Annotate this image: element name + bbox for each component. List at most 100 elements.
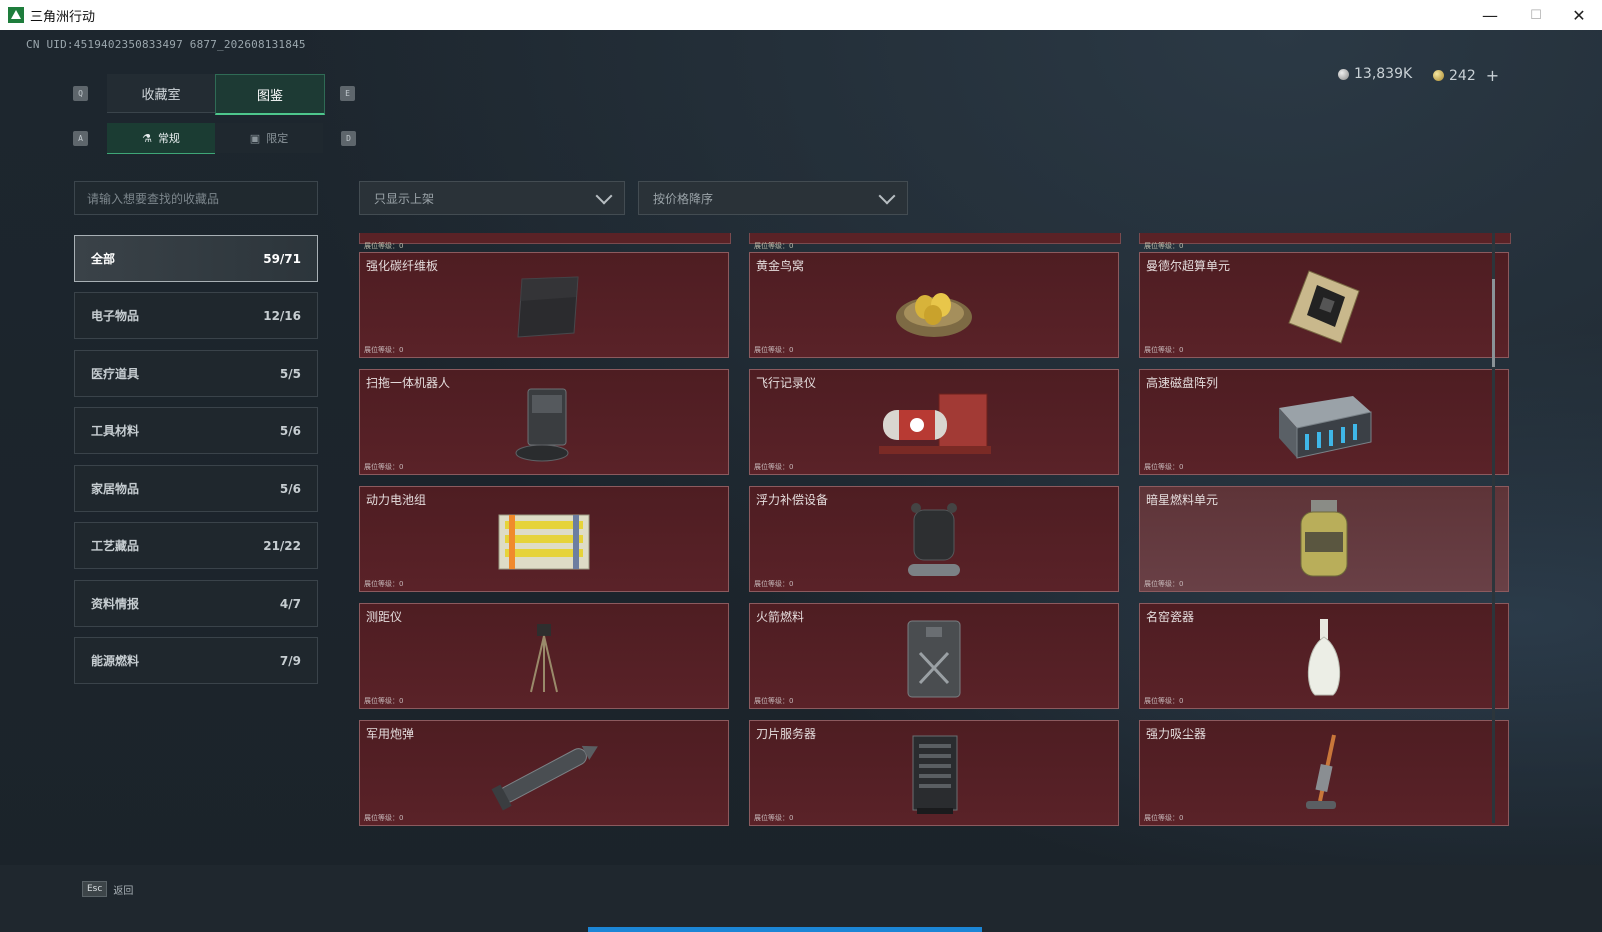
hint-key-a: A bbox=[73, 131, 88, 146]
booth-level: 展位等级：0 bbox=[754, 346, 794, 354]
bottom-bar bbox=[0, 865, 1602, 932]
item-card[interactable]: 飞行记录仪 展位等级：0 bbox=[749, 369, 1119, 475]
category-count: 5/5 bbox=[279, 366, 301, 381]
category-count: 5/6 bbox=[279, 423, 301, 438]
loading-progress-bar bbox=[588, 927, 982, 932]
window-titlebar: 三角洲行动 — ☐ ✕ bbox=[0, 0, 1602, 31]
item-card[interactable]: 名窑瓷器 展位等级：0 bbox=[1139, 603, 1509, 709]
grid-scrollbar[interactable] bbox=[1492, 233, 1495, 823]
item-name: 测距仪 bbox=[366, 610, 403, 624]
category-count: 7/9 bbox=[279, 653, 301, 668]
hint-key-e: E bbox=[340, 86, 355, 101]
category-count: 59/71 bbox=[263, 251, 301, 266]
category-label: 家居物品 bbox=[91, 482, 140, 496]
minimize-button[interactable]: — bbox=[1467, 0, 1513, 30]
category-energy[interactable]: 能源燃料 7/9 bbox=[74, 637, 318, 684]
disk-array-icon bbox=[1279, 396, 1372, 459]
item-card[interactable]: 暗星燃料单元 展位等级：0 bbox=[1139, 486, 1509, 592]
item-card[interactable]: 曼德尔超算单元 展位等级：0 bbox=[1139, 252, 1509, 358]
rangefinder-icon bbox=[530, 624, 558, 693]
app-logo-icon bbox=[8, 7, 24, 23]
flight-recorder-icon bbox=[879, 393, 991, 455]
subtab-limited[interactable]: ▣ 限定 bbox=[215, 123, 323, 153]
category-electronics[interactable]: 电子物品 12/16 bbox=[74, 292, 318, 339]
fuel-cell-icon bbox=[1300, 500, 1348, 577]
item-name: 暗星燃料单元 bbox=[1146, 493, 1219, 507]
booth-level: 展位等级：0 bbox=[1144, 580, 1184, 588]
porcelain-vase-icon bbox=[1307, 619, 1341, 696]
battery-pack-icon bbox=[498, 514, 590, 570]
rocket-fuel-icon bbox=[907, 620, 961, 698]
item-card[interactable]: 强化碳纤维板 展位等级：0 bbox=[359, 252, 729, 358]
scrollbar-thumb[interactable] bbox=[1492, 279, 1495, 367]
gold-currency: 242 + bbox=[1433, 66, 1499, 85]
booth-level: 展位等级：0 bbox=[364, 463, 404, 471]
item-name: 浮力补偿设备 bbox=[756, 493, 829, 507]
item-name: 高速磁盘阵列 bbox=[1146, 376, 1219, 390]
supercomputer-unit-icon bbox=[1288, 270, 1360, 344]
maximize-button[interactable]: ☐ bbox=[1513, 0, 1559, 30]
window-title: 三角洲行动 bbox=[30, 9, 96, 25]
item-card[interactable]: 黄金鸟窝 展位等级：0 bbox=[749, 252, 1119, 358]
close-button[interactable]: ✕ bbox=[1556, 0, 1602, 30]
golden-nest-icon bbox=[896, 293, 972, 338]
booth-level: 展位等级：0 bbox=[1144, 697, 1184, 705]
search-input[interactable]: 请输入想要查找的收藏品 bbox=[74, 181, 318, 215]
category-all[interactable]: 全部 59/71 bbox=[74, 235, 318, 282]
item-card[interactable]: 扫拖一体机器人 展位等级：0 bbox=[359, 369, 729, 475]
subtab-limited-label: 限定 bbox=[266, 132, 289, 145]
item-card[interactable]: 动力电池组 展位等级：0 bbox=[359, 486, 729, 592]
item-card[interactable]: 军用炮弹 展位等级：0 bbox=[359, 720, 729, 826]
item-card[interactable]: 刀片服务器 展位等级：0 bbox=[749, 720, 1119, 826]
category-label: 能源燃料 bbox=[91, 654, 140, 668]
booth-level: 展位等级：0 bbox=[754, 697, 794, 705]
item-name: 曼德尔超算单元 bbox=[1146, 259, 1231, 273]
partial-card-row: 展位等级：0 bbox=[749, 233, 1121, 250]
category-label: 资料情报 bbox=[91, 597, 140, 611]
category-count: 21/22 bbox=[263, 538, 301, 553]
sort-dropdown[interactable]: 按价格降序 bbox=[638, 181, 908, 215]
subtab-regular[interactable]: ⚗ 常规 bbox=[107, 123, 215, 154]
category-label: 医疗道具 bbox=[91, 367, 140, 381]
booth-level: 展位等级：0 bbox=[364, 814, 404, 822]
category-label: 工艺藏品 bbox=[91, 539, 140, 553]
chevron-down-icon bbox=[878, 187, 896, 204]
category-crafts[interactable]: 工艺藏品 21/22 bbox=[74, 522, 318, 569]
item-name: 强力吸尘器 bbox=[1146, 727, 1207, 741]
booth-level: 展位等级：0 bbox=[1144, 463, 1184, 471]
item-name: 强化碳纤维板 bbox=[366, 259, 439, 273]
category-medical[interactable]: 医疗道具 5/5 bbox=[74, 350, 318, 397]
hint-key-d: D bbox=[341, 131, 356, 146]
subtab-regular-label: 常规 bbox=[157, 132, 180, 145]
item-card[interactable]: 火箭燃料 展位等级：0 bbox=[749, 603, 1119, 709]
tab-collection-room[interactable]: 收藏室 bbox=[107, 74, 215, 113]
partial-card-row: 展位等级：0 bbox=[1139, 233, 1511, 250]
hint-key-q: Q bbox=[73, 86, 88, 101]
booth-level: 展位等级：0 bbox=[1144, 814, 1184, 822]
tab-catalog[interactable]: 图鉴 bbox=[215, 74, 325, 115]
item-card[interactable]: 浮力补偿设备 展位等级：0 bbox=[749, 486, 1119, 592]
item-name: 刀片服务器 bbox=[756, 727, 817, 741]
category-tools[interactable]: 工具材料 5/6 bbox=[74, 407, 318, 454]
category-count: 12/16 bbox=[263, 308, 301, 323]
category-intel[interactable]: 资料情报 4/7 bbox=[74, 580, 318, 627]
item-card[interactable]: 高速磁盘阵列 展位等级：0 bbox=[1139, 369, 1509, 475]
display-filter-dropdown[interactable]: 只显示上架 bbox=[359, 181, 625, 215]
display-filter-value: 只显示上架 bbox=[374, 191, 435, 206]
booth-level: 展位等级：0 bbox=[364, 346, 404, 354]
booth-level: 展位等级：0 bbox=[754, 463, 794, 471]
category-label: 工具材料 bbox=[91, 424, 140, 438]
item-card[interactable]: 强力吸尘器 展位等级：0 bbox=[1139, 720, 1509, 826]
add-currency-button[interactable]: + bbox=[1486, 66, 1499, 85]
item-name: 动力电池组 bbox=[366, 493, 427, 507]
app-content: CN UID:4519402350833497 6877_20260813184… bbox=[0, 30, 1602, 932]
booth-level: 展位等级：0 bbox=[364, 697, 404, 705]
back-button[interactable]: Esc 返回 bbox=[82, 881, 133, 897]
silver-currency: 13,839K bbox=[1338, 66, 1412, 82]
blade-server-icon bbox=[912, 735, 958, 815]
item-card[interactable]: 测距仪 展位等级：0 bbox=[359, 603, 729, 709]
category-household[interactable]: 家居物品 5/6 bbox=[74, 465, 318, 512]
booth-level: 展位等级：0 bbox=[1144, 346, 1184, 354]
carbon-plate-icon bbox=[517, 276, 579, 338]
robot-vacuum-icon bbox=[515, 388, 569, 462]
